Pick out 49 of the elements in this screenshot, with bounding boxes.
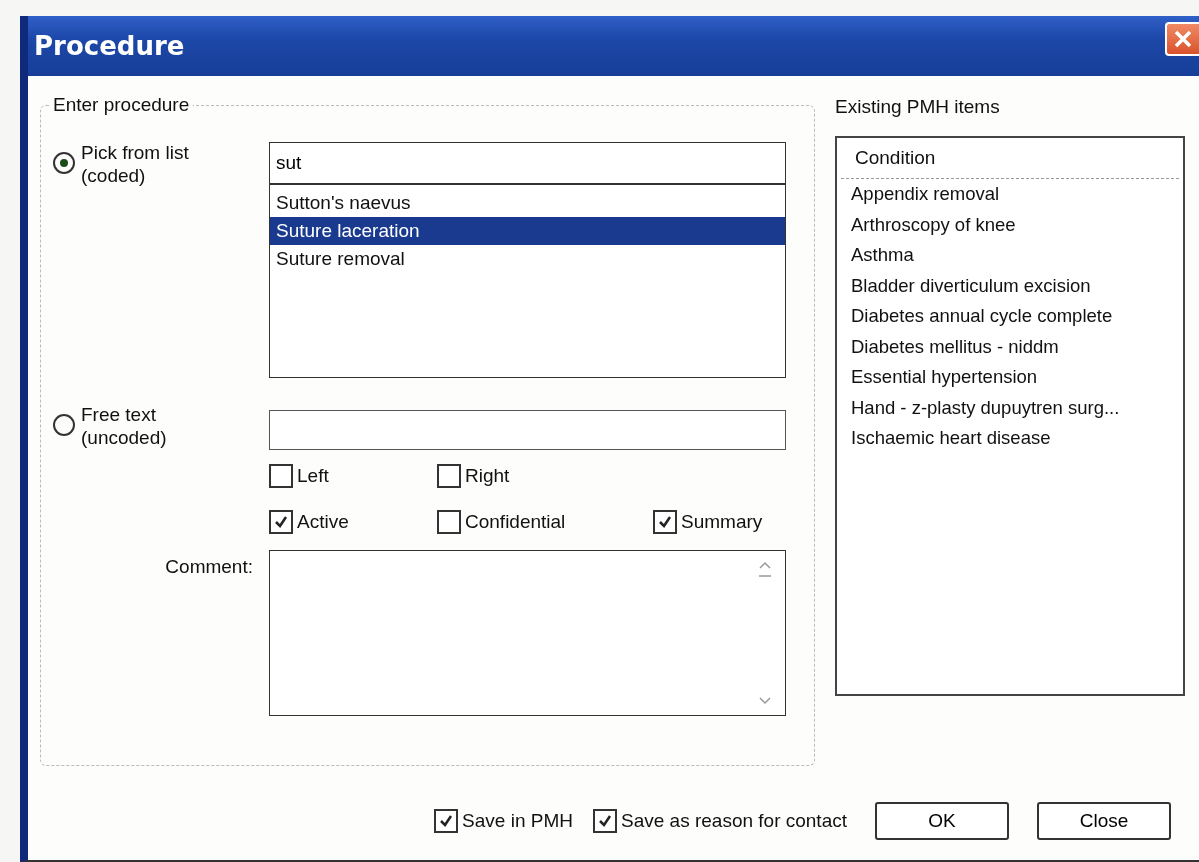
checkbox[interactable]: Left — [269, 464, 437, 488]
checkbox-box[interactable] — [437, 464, 461, 488]
checkbox[interactable]: Active — [269, 510, 437, 534]
list-item[interactable]: Bladder diverticulum excision — [837, 270, 1183, 301]
list-item[interactable]: Suture removal — [270, 245, 785, 273]
panel-title: Existing PMH items — [835, 96, 1001, 118]
list-item[interactable]: Sutton's naevus — [270, 189, 785, 217]
scroll-up-icon[interactable] — [757, 559, 773, 579]
check-icon — [274, 515, 288, 529]
list-item[interactable]: Diabetes mellitus - niddm — [837, 331, 1183, 362]
checkbox-box[interactable] — [437, 510, 461, 534]
comment-label: Comment: — [164, 555, 253, 579]
checkbox[interactable]: Summary — [653, 510, 786, 534]
radio-option[interactable]: Free text (uncoded) — [53, 404, 253, 450]
column-header[interactable]: Condition — [841, 138, 1179, 179]
list-item[interactable]: Essential hypertension — [837, 362, 1183, 393]
list-item[interactable]: Suture laceration — [270, 217, 785, 245]
checkbox[interactable]: Save as reason for contact — [593, 809, 847, 833]
radio-option[interactable]: Pick from list (coded) — [53, 142, 253, 378]
checkbox-box[interactable] — [653, 510, 677, 534]
radio-button[interactable] — [53, 152, 75, 174]
checkbox[interactable]: Confidential — [437, 510, 653, 534]
search-list[interactable]: sut Sutton's naevus Suture laceration Suture removal — [269, 142, 786, 378]
checkbox-box[interactable] — [269, 464, 293, 488]
checkbox-box[interactable] — [593, 809, 617, 833]
checkbox[interactable]: Save in PMH — [434, 809, 573, 833]
checkbox-box[interactable] — [269, 510, 293, 534]
list-item[interactable]: Arthroscopy of knee — [837, 209, 1183, 240]
list-item[interactable]: Asthma — [837, 240, 1183, 271]
list-item[interactable]: Diabetes annual cycle complete — [837, 301, 1183, 332]
search-field[interactable]: sut — [270, 143, 785, 185]
check-icon — [658, 515, 672, 529]
group-title: Enter procedure — [52, 94, 191, 116]
list-item[interactable]: Ischaemic heart disease — [837, 423, 1183, 454]
checkbox-box[interactable] — [434, 809, 459, 833]
scroll-down-icon[interactable] — [757, 695, 773, 707]
ok-button[interactable]: OK — [875, 802, 1009, 840]
window-title: Procedure — [34, 31, 185, 61]
checkbox[interactable]: Right — [437, 464, 653, 488]
radio-button[interactable] — [53, 414, 75, 436]
list-item[interactable]: Appendix removal — [837, 179, 1183, 210]
list-item[interactable]: Hand - z-plasty dupuytren surg... — [837, 392, 1183, 423]
comment-field[interactable] — [269, 550, 786, 716]
close-button[interactable] — [1165, 22, 1199, 56]
check-icon — [598, 814, 612, 828]
free-text-field[interactable] — [269, 410, 786, 450]
check-icon — [439, 814, 454, 828]
close-icon — [1172, 28, 1194, 50]
close-button[interactable]: Close — [1037, 802, 1171, 840]
